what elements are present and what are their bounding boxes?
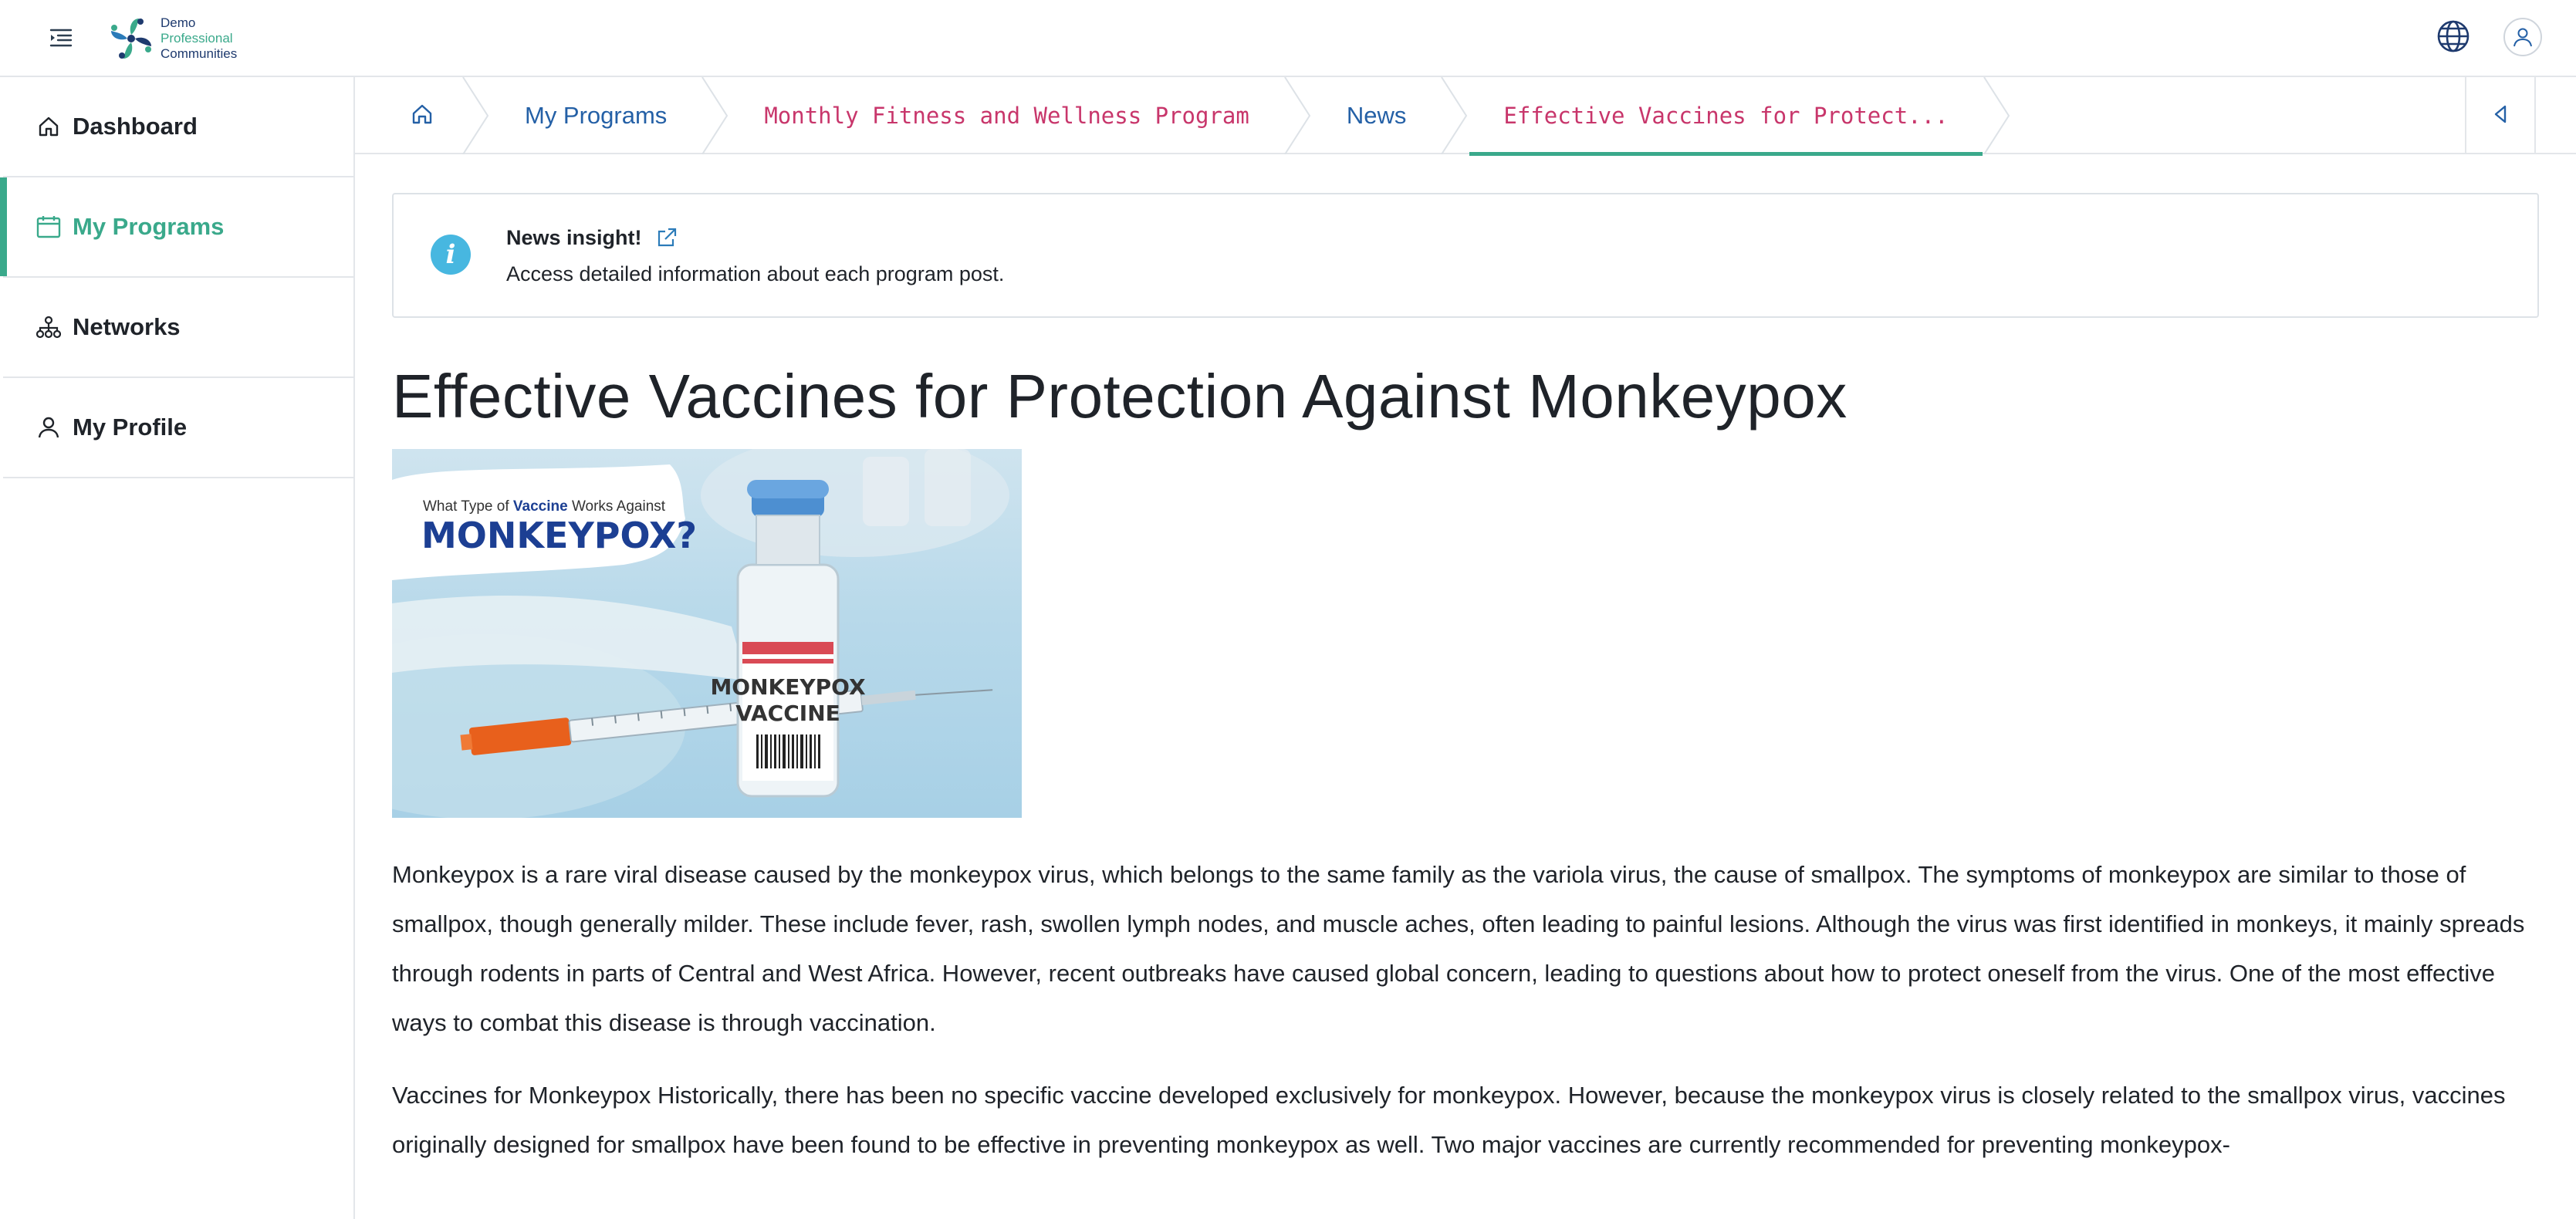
sidebar-item-dashboard[interactable]: Dashboard [3, 77, 353, 177]
breadcrumb-news[interactable]: News [1313, 77, 1441, 154]
article-hero-image: MONKEYPOX VACCINE What Type of Vaccine W… [392, 449, 1022, 818]
breadcrumb-separator [1284, 77, 1311, 154]
sidebar-item-my-programs[interactable]: My Programs [0, 177, 353, 278]
external-link-icon[interactable] [654, 225, 679, 250]
sidebar-item-label: Dashboard [73, 113, 198, 140]
breadcrumb-separator [1441, 77, 1468, 154]
app-logo[interactable]: Demo Professional Communities [106, 9, 237, 68]
image-caption-big: MONKEYPOX? [421, 515, 697, 556]
breadcrumb-my-programs[interactable]: My Programs [491, 77, 701, 154]
news-insight-banner: i News insight! Access detailed informat… [392, 193, 2539, 318]
breadcrumb-separator [1983, 77, 2010, 154]
sidebar-item-label: My Profile [73, 414, 188, 441]
breadcrumb-label: Monthly Fitness and Wellness Program [764, 103, 1249, 129]
image-caption-small: What Type of Vaccine Works Against [423, 498, 666, 515]
vial-label-line2: VACCINE [735, 701, 840, 726]
home-icon [411, 103, 434, 129]
sidebar-item-label: Networks [73, 313, 181, 340]
menu-toggle-icon[interactable] [45, 22, 77, 54]
caret-left-icon [2492, 104, 2509, 127]
sidebar-item-networks[interactable]: Networks [3, 278, 353, 378]
sidebar: Dashboard My Programs Networks My Profil… [0, 77, 355, 1219]
article-paragraph: Vaccines for Monkeypox Historically, the… [392, 1082, 2506, 1158]
breadcrumb-label: My Programs [525, 102, 668, 129]
breadcrumb-home[interactable] [355, 77, 461, 154]
breadcrumb-separator [701, 77, 729, 154]
user-icon [35, 414, 62, 441]
main-content: i News insight! Access detailed informat… [392, 193, 2539, 1170]
info-icon: i [431, 235, 471, 275]
breadcrumb: My Programs Monthly Fitness and Wellness… [355, 77, 2576, 156]
home-icon [35, 113, 62, 140]
vial-label-line1: MONKEYPOX [710, 674, 866, 700]
breadcrumb-program[interactable]: Monthly Fitness and Wellness Program [730, 77, 1283, 154]
globe-icon[interactable] [2434, 17, 2473, 56]
logo-text: Demo Professional Communities [161, 15, 238, 61]
sidebar-item-my-profile[interactable]: My Profile [3, 378, 353, 478]
logo-mark-icon [111, 19, 151, 59]
insight-title-row: News insight! [506, 225, 679, 250]
article-paragraph: Monkeypox is a rare viral disease caused… [392, 861, 2525, 1036]
breadcrumb-label: Effective Vaccines for Protect... [1503, 103, 1949, 129]
breadcrumb-separator [462, 77, 489, 154]
breadcrumb-label: News [1346, 102, 1407, 129]
user-icon[interactable] [2503, 18, 2542, 56]
insight-title: News insight! [506, 225, 642, 249]
breadcrumb-current-article[interactable]: Effective Vaccines for Protect... [1469, 77, 1983, 156]
top-bar: Demo Professional Communities [0, 0, 2576, 77]
calendar-icon [35, 214, 62, 240]
network-icon [35, 314, 62, 340]
article-title: Effective Vaccines for Protection Agains… [392, 362, 1847, 431]
insight-subtitle: Access detailed information about each p… [506, 262, 1005, 285]
sidebar-item-label: My Programs [73, 213, 225, 240]
collapse-back-button[interactable] [2465, 77, 2536, 154]
